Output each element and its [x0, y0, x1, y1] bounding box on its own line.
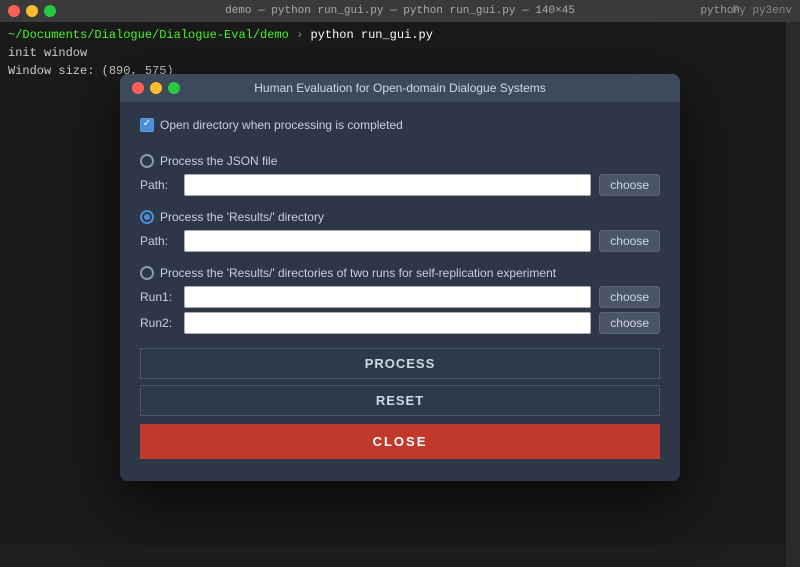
window-title: demo — python run_gui.py — python run_gu…	[225, 5, 575, 17]
process-button[interactable]: PROCESS	[140, 348, 660, 379]
path2-label: Path:	[140, 234, 176, 248]
radio-section-tworuns: Process the 'Results/' directories of tw…	[140, 266, 660, 334]
dialog-title: Human Evaluation for Open-domain Dialogu…	[254, 81, 545, 95]
run1-label: Run1:	[140, 290, 176, 304]
radio3-label: Process the 'Results/' directories of tw…	[160, 266, 556, 280]
radio1-btn[interactable]	[140, 154, 154, 168]
run1-row: Run1: choose	[140, 286, 660, 308]
radio-section-results: Process the 'Results/' directory Path: c…	[140, 210, 660, 252]
open-dir-checkbox-row[interactable]: Open directory when processing is comple…	[140, 114, 660, 136]
run2-label: Run2:	[140, 316, 176, 330]
path1-input[interactable]	[184, 174, 591, 196]
dialog-titlebar: Human Evaluation for Open-domain Dialogu…	[120, 74, 680, 102]
minimize-traffic-light[interactable]	[26, 5, 38, 17]
radio1-row[interactable]: Process the JSON file	[140, 154, 660, 168]
titlebar-buttons	[8, 5, 56, 17]
prompt-path: ~/Documents/Dialogue/Dialogue-Eval/demo	[8, 28, 289, 42]
scrollbar[interactable]	[786, 22, 800, 567]
terminal-command: python run_gui.py	[310, 28, 432, 42]
radio2-btn[interactable]	[140, 210, 154, 224]
path2-input[interactable]	[184, 230, 591, 252]
titlebar: demo — python run_gui.py — python run_gu…	[0, 0, 800, 22]
reset-button[interactable]: RESET	[140, 385, 660, 416]
path2-row: Path: choose	[140, 230, 660, 252]
radio2-label: Process the 'Results/' directory	[160, 210, 324, 224]
radio2-row[interactable]: Process the 'Results/' directory	[140, 210, 660, 224]
env-label: Py py3env	[733, 5, 792, 17]
radio3-row[interactable]: Process the 'Results/' directories of tw…	[140, 266, 660, 280]
run1-input[interactable]	[184, 286, 591, 308]
radio-section-json: Process the JSON file Path: choose	[140, 154, 660, 196]
radio3-btn[interactable]	[140, 266, 154, 280]
run2-row: Run2: choose	[140, 312, 660, 334]
choose4-button[interactable]: choose	[599, 312, 660, 334]
path1-label: Path:	[140, 178, 176, 192]
terminal-output-line1: init window	[8, 44, 792, 62]
choose2-button[interactable]: choose	[599, 230, 660, 252]
path1-row: Path: choose	[140, 174, 660, 196]
dialog-min-btn[interactable]	[150, 82, 162, 94]
maximize-traffic-light[interactable]	[44, 5, 56, 17]
dialog-max-btn[interactable]	[168, 82, 180, 94]
dialog-traffic-lights	[132, 82, 180, 94]
choose3-button[interactable]: choose	[599, 286, 660, 308]
dialog-close-btn[interactable]	[132, 82, 144, 94]
dialog: Human Evaluation for Open-domain Dialogu…	[120, 74, 680, 481]
close-button[interactable]: CLOSE	[140, 424, 660, 459]
close-traffic-light[interactable]	[8, 5, 20, 17]
run2-input[interactable]	[184, 312, 591, 334]
terminal-prompt-line: ~/Documents/Dialogue/Dialogue-Eval/demo …	[8, 26, 792, 44]
radio1-label: Process the JSON file	[160, 154, 277, 168]
choose1-button[interactable]: choose	[599, 174, 660, 196]
open-dir-checkbox[interactable]	[140, 118, 154, 132]
open-dir-label: Open directory when processing is comple…	[160, 118, 403, 132]
dialog-body: Open directory when processing is comple…	[120, 102, 680, 481]
